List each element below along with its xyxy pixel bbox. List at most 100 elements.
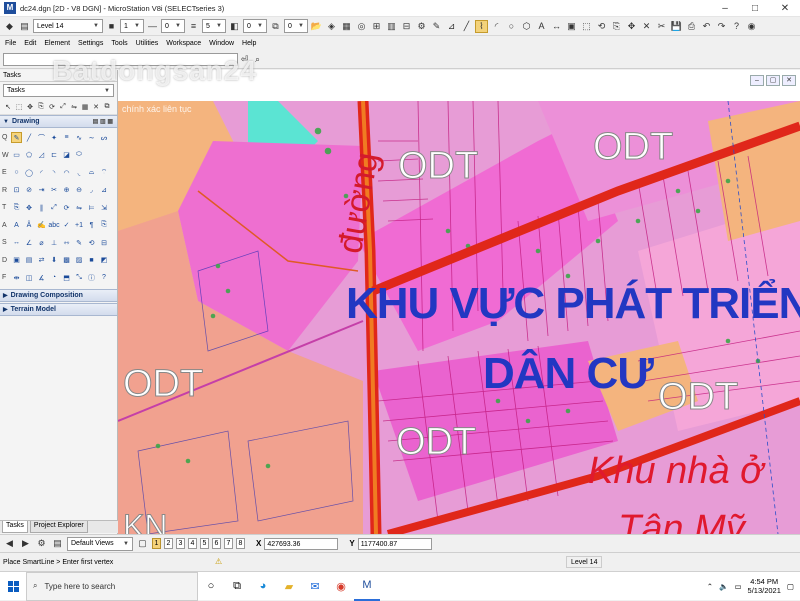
display-text-icon[interactable]: abc (48, 220, 59, 231)
dimension-element-icon[interactable]: ⇿ (61, 237, 72, 248)
menu-window[interactable]: Window (209, 40, 234, 47)
dimension-radial-icon[interactable]: ⌀ (36, 237, 47, 248)
menu-settings[interactable]: Settings (78, 40, 103, 47)
cell-tool-icon[interactable]: ▣ (565, 20, 578, 33)
array-icon[interactable]: ▦ (80, 102, 90, 112)
show-hidden-icons-icon[interactable]: ⌃ (707, 582, 713, 591)
coccoc-browser-icon[interactable]: ◉ (328, 572, 354, 601)
curve-icon[interactable]: ∿ (74, 132, 85, 143)
copy-tool-icon[interactable]: ⎘ (610, 20, 623, 33)
trim-tool-icon[interactable]: ✂ (655, 20, 668, 33)
scale-icon[interactable]: ⤢ (58, 102, 68, 112)
dimension-angle-icon[interactable]: ∠ (24, 237, 35, 248)
spell-check-icon[interactable]: ✓ (61, 220, 72, 231)
view-back-icon[interactable]: ◀ (3, 537, 16, 550)
select-element-icon[interactable]: ↖ (3, 102, 13, 112)
view-5-button[interactable]: 5 (200, 538, 209, 549)
reference-icon[interactable]: ⊞ (370, 20, 383, 33)
rotate-element-icon[interactable]: ⟳ (61, 202, 72, 213)
view-3-button[interactable]: 3 (176, 538, 185, 549)
render-icon[interactable]: ◎ (355, 20, 368, 33)
arc-extend-icon[interactable]: ⌔ (99, 167, 110, 178)
taskbar-search-box[interactable]: ⌕ Type here to search (26, 571, 198, 601)
folder-icon[interactable]: 📂 (310, 20, 323, 33)
menu-edit[interactable]: Edit (24, 40, 36, 47)
align-icon[interactable]: ⊨ (86, 202, 97, 213)
default-views-combo[interactable]: Default Views ▼ (67, 536, 133, 551)
cell-library-icon[interactable]: ▤ (24, 255, 35, 266)
menu-element[interactable]: Element (44, 40, 70, 47)
stretch-icon[interactable]: ⇲ (99, 202, 110, 213)
chamfer-icon[interactable]: ⊿ (99, 185, 110, 196)
note-icon[interactable]: ✍ (36, 220, 47, 231)
line-weight-combo[interactable]: 5 ▼ (202, 19, 226, 33)
measure-angle-icon[interactable]: ∡ (36, 272, 47, 283)
drawing-section-header[interactable]: ▼ Drawing ▤ ▥ ▦ (0, 115, 117, 128)
warning-icon[interactable]: ⚠ (215, 557, 227, 567)
multiline-icon[interactable]: ≡ (61, 132, 72, 143)
polygon-tool-icon[interactable]: ⬡ (520, 20, 533, 33)
replace-cell-icon[interactable]: ⇄ (36, 255, 47, 266)
view-7-button[interactable]: 7 (224, 538, 233, 549)
view-minimize-button[interactable]: – (750, 75, 764, 86)
smartline-arc-icon[interactable]: ⌒ (36, 132, 47, 143)
area-icon[interactable]: ◩ (99, 255, 110, 266)
print-icon[interactable]: ⎙ (685, 20, 698, 33)
measure-distance-icon[interactable]: ⇹ (11, 272, 22, 283)
mirror-icon[interactable]: ⇋ (69, 102, 79, 112)
view-restore-button[interactable]: ▢ (766, 75, 780, 86)
smartline-icon[interactable]: ✎ (11, 132, 22, 144)
close-button[interactable]: ✕ (770, 0, 800, 17)
view-list-icon[interactable]: ▤ (51, 537, 64, 550)
text-style-icon[interactable]: ¶ (86, 220, 97, 231)
fill-icon[interactable]: ■ (86, 255, 97, 266)
camera-icon[interactable]: ◉ (745, 20, 758, 33)
trim-icon[interactable]: ✂ (49, 185, 60, 196)
polygon-icon[interactable]: ⬠ (24, 150, 35, 161)
edit-text-icon[interactable]: Â (24, 220, 35, 231)
dimension-update-icon[interactable]: ⟲ (86, 237, 97, 248)
move-tool-icon[interactable]: ✥ (625, 20, 638, 33)
query-icon[interactable]: ? (99, 272, 110, 283)
arc-edit-icon[interactable]: ◝ (49, 167, 60, 178)
measure-volume-icon[interactable]: ⬒ (61, 272, 72, 283)
view-open-icon[interactable]: ▢ (136, 537, 149, 550)
zalo-icon[interactable]: ✉ (302, 572, 328, 601)
raster-icon[interactable]: ▥ (385, 20, 398, 33)
delete-vertex-icon[interactable]: ⊖ (74, 185, 85, 196)
arc-tool-icon[interactable]: ◜ (490, 20, 503, 33)
menu-tools[interactable]: Tools (111, 40, 127, 47)
copy-text-icon[interactable]: ⎘ (99, 220, 110, 231)
taskbar-clock[interactable]: 4:54 PM 5/13/2021 (748, 577, 781, 596)
menu-help[interactable]: Help (242, 40, 256, 47)
element-selection-icon[interactable]: ◆ (3, 20, 16, 33)
delete-icon[interactable]: ✕ (91, 102, 101, 112)
circle-icon[interactable]: ○ (11, 167, 22, 178)
extend-icon[interactable]: ⇥ (36, 185, 47, 196)
copy-icon[interactable]: ⎘ (36, 102, 46, 112)
arc-icon[interactable]: ◜ (36, 167, 47, 178)
transparency-icon[interactable]: ◧ (228, 20, 241, 33)
stream-icon[interactable]: ∼ (86, 132, 97, 143)
measure-radius-icon[interactable]: ◔ (49, 272, 60, 283)
rectangle-icon[interactable]: ▭ (11, 150, 22, 161)
move-icon[interactable]: ✥ (25, 102, 35, 112)
hatch-icon[interactable]: ▨ (74, 255, 85, 266)
dimension-edit-icon[interactable]: ✎ (74, 237, 85, 248)
copy-element-icon[interactable]: ⎘ (11, 202, 22, 213)
help-icon[interactable]: ? (730, 20, 743, 33)
dimension-ordinate-icon[interactable]: ⊥ (49, 237, 60, 248)
move-element-icon[interactable]: ✥ (24, 202, 35, 213)
delete-tool-icon[interactable]: ✕ (640, 20, 653, 33)
minimize-button[interactable]: – (710, 0, 740, 17)
menu-utilities[interactable]: Utilities (136, 40, 159, 47)
partial-delete-icon[interactable]: ⊘ (24, 185, 35, 196)
group-icon[interactable]: ⧉ (102, 102, 112, 112)
edge-icon[interactable]: ◕ (250, 572, 276, 601)
measure-icon[interactable]: ⊿ (445, 20, 458, 33)
shape-icon[interactable]: ◿ (36, 150, 47, 161)
view-2-button[interactable]: 2 (164, 538, 173, 549)
fence-icon[interactable]: ⬚ (14, 102, 24, 112)
y-coordinate-field[interactable]: 1177400.87 (357, 537, 432, 550)
measure-length-icon[interactable]: ⤡ (74, 272, 85, 283)
